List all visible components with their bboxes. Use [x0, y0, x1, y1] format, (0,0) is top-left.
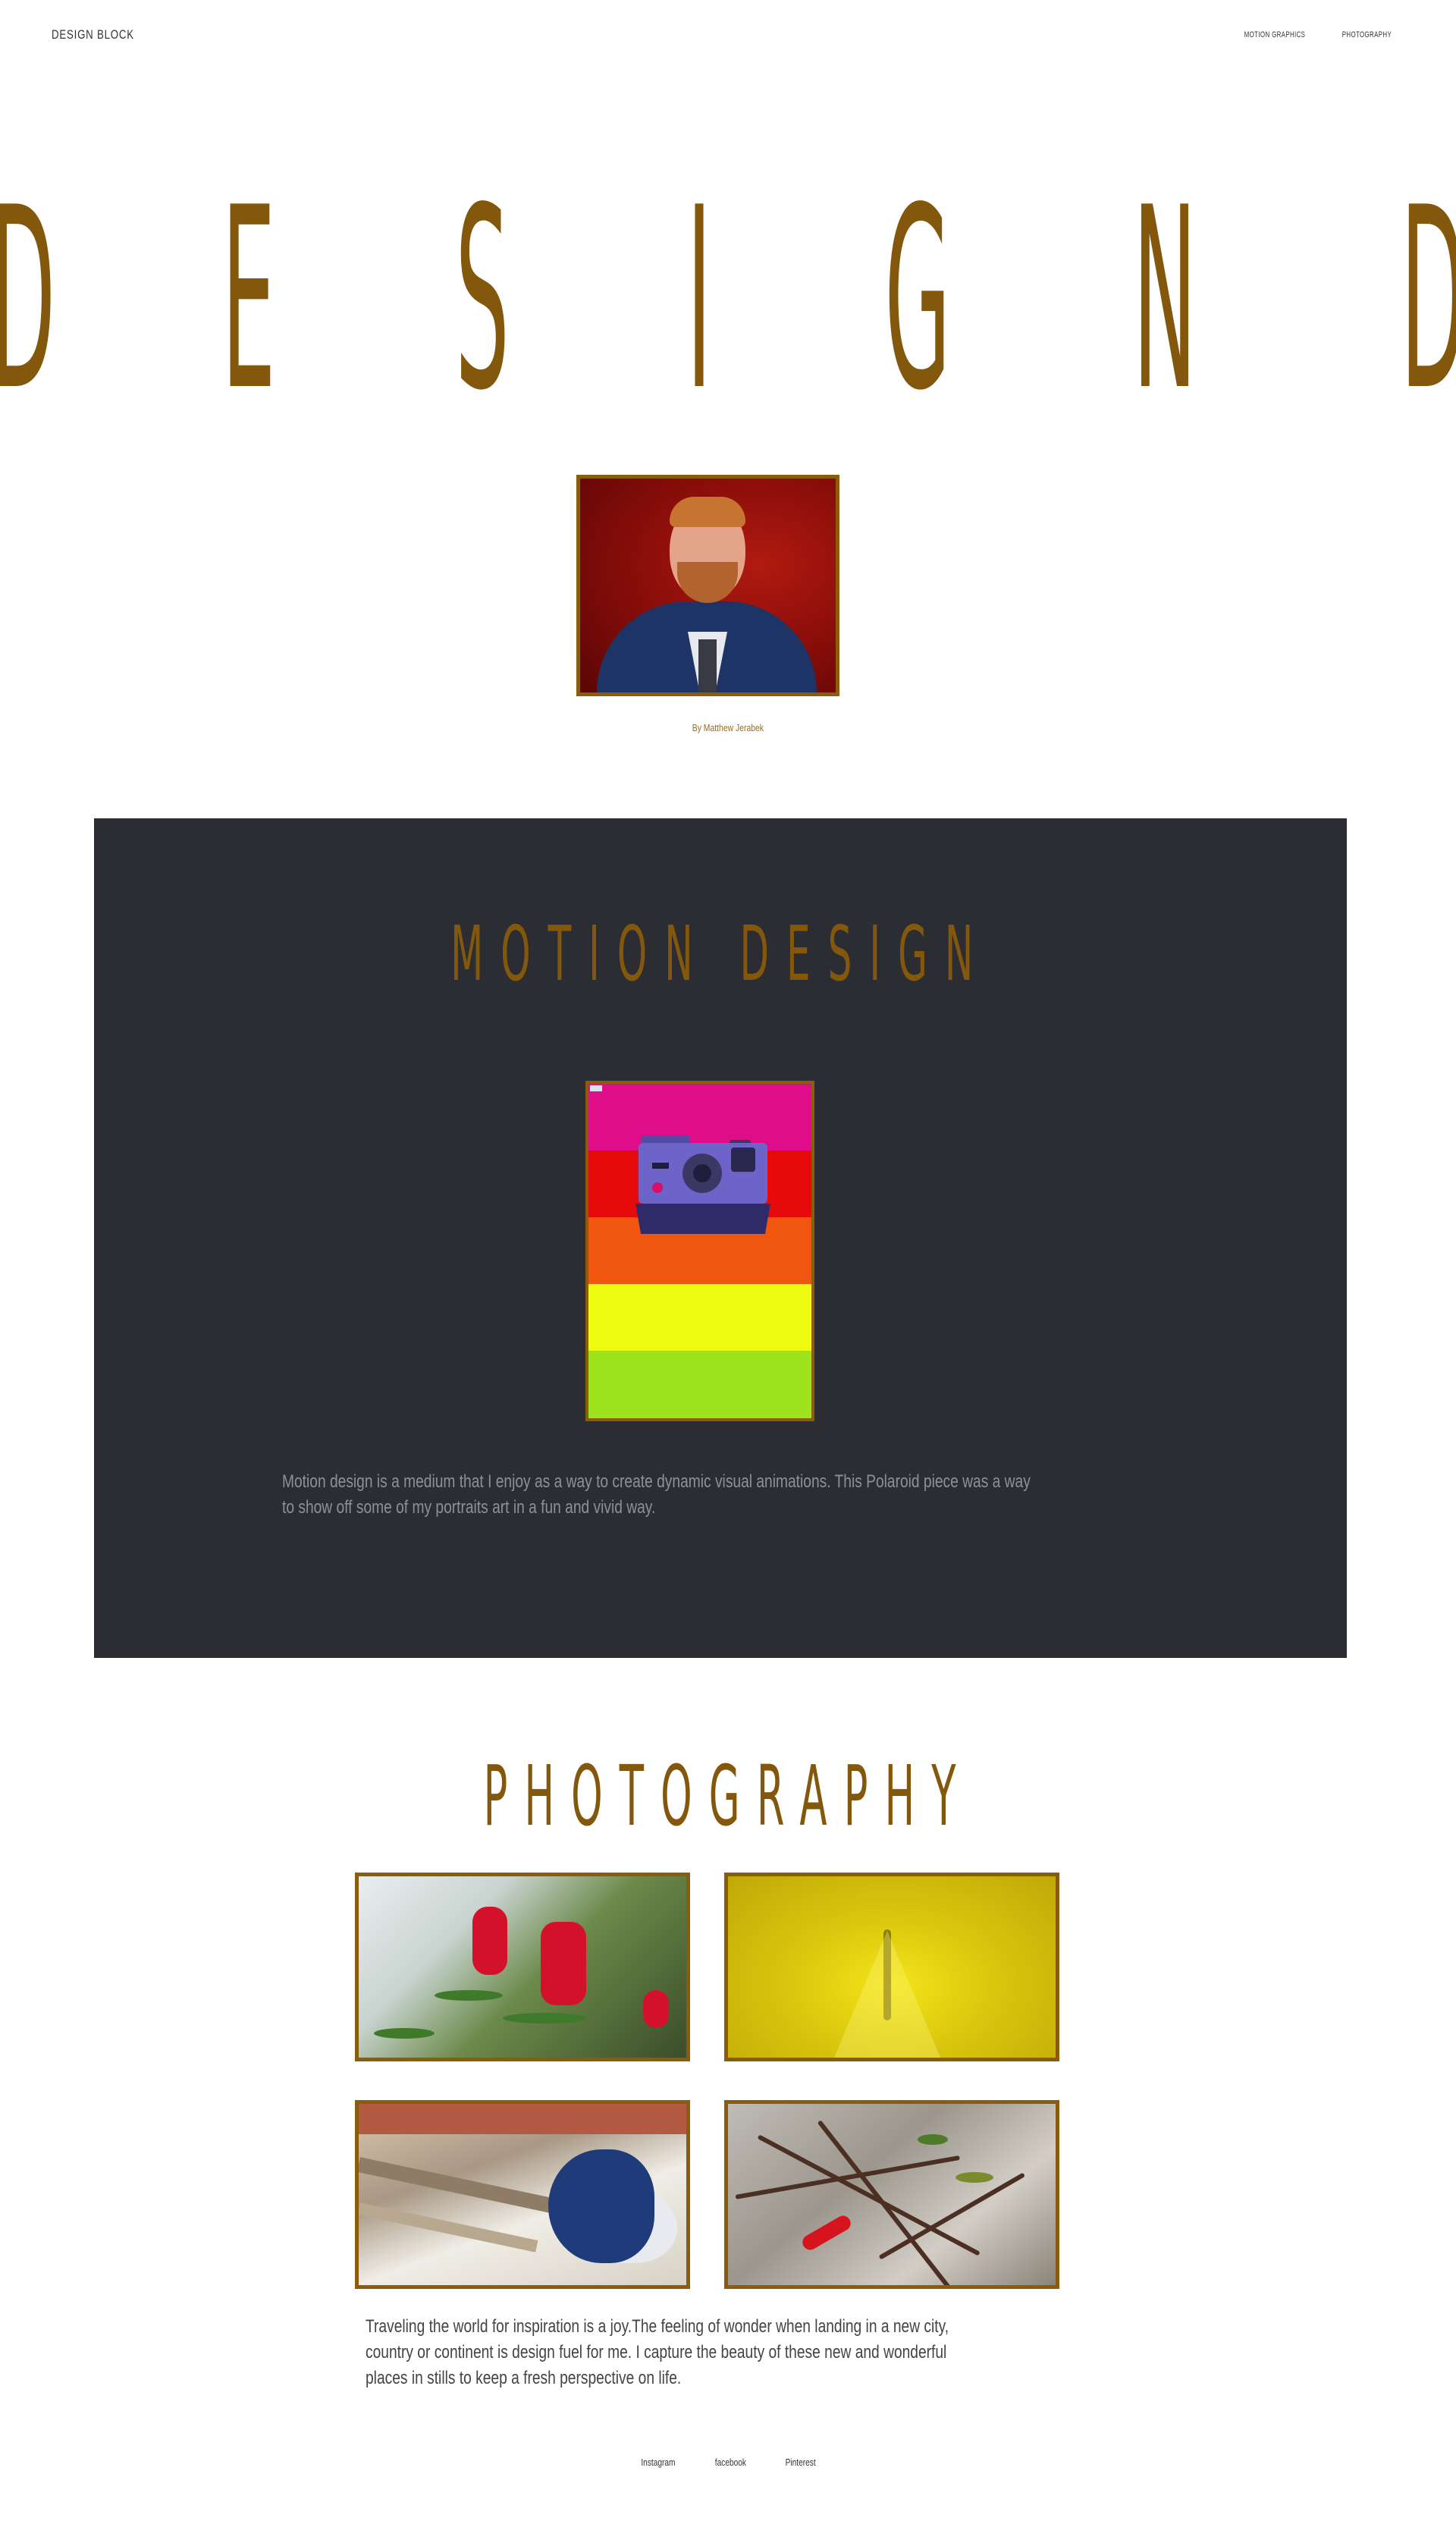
hero-letter: G — [884, 197, 951, 402]
photography-description: Traveling the world for inspiration is a… — [366, 2316, 949, 2388]
nav-photography[interactable]: PHOTOGRAPHY — [1342, 30, 1392, 39]
hero-letter: I — [686, 197, 712, 402]
motion-design-section: MOTION DESIGN Motion design is a medium … — [94, 818, 1347, 1658]
hero-title: D E S I G N D — [0, 197, 1456, 402]
site-brand[interactable]: DESIGN BLOCK — [52, 27, 134, 42]
author-byline: By Matthew Jerabek — [692, 722, 764, 733]
media-placeholder-icon — [590, 1085, 602, 1091]
photo-red-flowers[interactable] — [355, 1873, 690, 2061]
photo-blue-bird[interactable] — [355, 2100, 690, 2289]
footer-link-pinterest[interactable]: Pinterest — [785, 2457, 815, 2468]
hero-letter: S — [455, 197, 510, 402]
hero-letter: D — [0, 197, 61, 402]
nav-motion-graphics[interactable]: MOTION GRAPHICS — [1244, 30, 1306, 39]
photo-twigs-pepper[interactable] — [724, 2100, 1059, 2289]
photography-title: PHOTOGRAPHY — [483, 1747, 973, 1844]
hero-letter: N — [1133, 197, 1197, 402]
footer-link-instagram[interactable]: Instagram — [641, 2457, 675, 2468]
top-nav: MOTION GRAPHICS PHOTOGRAPHY — [1232, 30, 1401, 39]
footer-links: Instagram facebook Pinterest — [0, 2457, 1456, 2468]
hero-letter: E — [221, 197, 276, 402]
hero-letter: D — [1395, 197, 1456, 402]
motion-design-title: MOTION DESIGN — [450, 909, 991, 998]
portrait-image — [576, 475, 839, 696]
photo-yellow-flower[interactable] — [724, 1873, 1059, 2061]
polaroid-animation[interactable] — [585, 1081, 814, 1421]
footer-link-facebook[interactable]: facebook — [715, 2457, 746, 2468]
motion-description: Motion design is a medium that I enjoy a… — [282, 1471, 1031, 1518]
